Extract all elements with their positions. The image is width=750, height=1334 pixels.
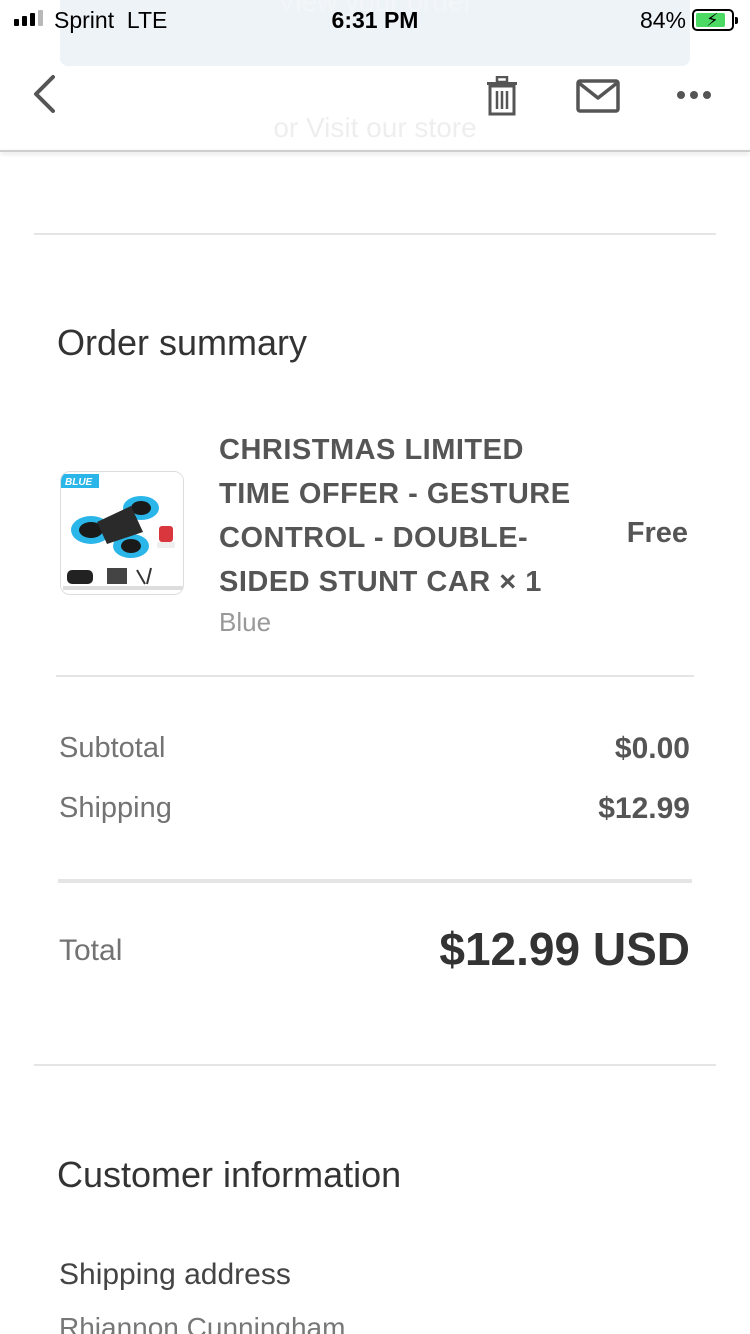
trash-icon: [487, 76, 517, 116]
product-title: CHRISTMAS LIMITED TIME OFFER - GESTURE C…: [219, 434, 571, 598]
delete-button[interactable]: [482, 74, 522, 118]
more-options-button[interactable]: [672, 80, 716, 110]
back-button[interactable]: [24, 70, 64, 118]
charging-bolt-icon: ⚡: [706, 10, 719, 30]
mark-unread-button[interactable]: [574, 78, 622, 114]
stunt-car-image: BLUE: [61, 472, 183, 594]
shipping-address-name: Rhiannon Cunningham: [59, 1312, 346, 1334]
status-time: 6:31 PM: [331, 7, 419, 33]
shipping-value: $12.99: [598, 792, 690, 825]
section-divider: [34, 1064, 716, 1066]
chevron-left-icon: [34, 75, 55, 113]
totals-divider: [58, 879, 692, 883]
item-divider: [56, 675, 694, 677]
subtotal-value: $0.00: [614, 732, 690, 765]
product-price: Free: [626, 517, 688, 549]
order-summary-title: Order summary: [57, 322, 308, 363]
mail-icon: [576, 79, 620, 113]
total-label: Total: [59, 934, 123, 967]
more-horizontal-icon: [677, 91, 711, 99]
product-image[interactable]: BLUE: [60, 471, 184, 595]
mail-toolbar: [0, 40, 750, 152]
image-badge: BLUE: [65, 477, 93, 488]
shipping-label: Shipping: [59, 792, 172, 824]
section-divider: [34, 233, 716, 235]
total-value: $12.99 USD: [439, 923, 690, 975]
status-bar: Sprint LTE 6:31 PM 84% ⚡: [0, 0, 750, 40]
customer-info-title: Customer information: [57, 1154, 402, 1195]
product-variant: Blue: [219, 607, 272, 637]
shipping-address-label: Shipping address: [59, 1258, 291, 1291]
subtotal-label: Subtotal: [59, 732, 166, 764]
battery-percent: 84%: [639, 7, 686, 33]
battery-icon: ⚡: [692, 9, 738, 31]
